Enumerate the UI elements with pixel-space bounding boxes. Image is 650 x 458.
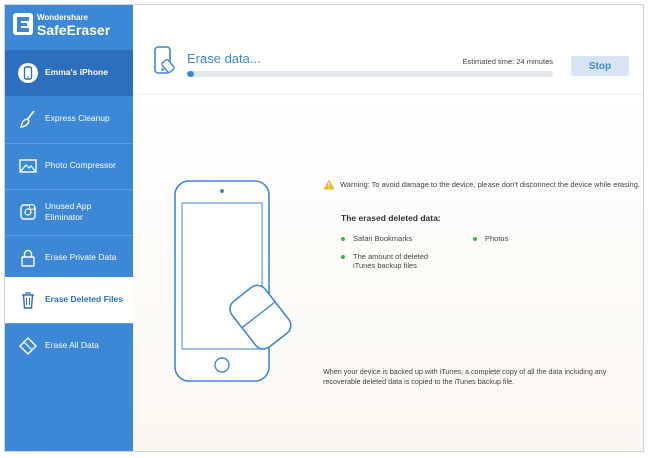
sidebar-item-label: Express Cleanup xyxy=(45,113,110,124)
erased-item: Photos xyxy=(473,234,508,243)
sidebar-item-label: Erase All Data xyxy=(45,340,99,351)
erase-progress-panel: Erase data... Estimated time: 24 minutes… xyxy=(133,5,643,95)
sidebar-item-unused-app-eliminator[interactable]: Unused App Eliminator xyxy=(5,189,133,235)
safeeraser-logo-icon xyxy=(13,13,33,35)
main-panel: Erase data... Estimated time: 24 minutes… xyxy=(133,5,643,451)
app-icon xyxy=(17,201,39,223)
brand-product: SafeEraser xyxy=(37,22,111,38)
erase-details-panel: Warning: To avoid damage to the device, … xyxy=(133,95,643,451)
estimated-time: Estimated time: 24 minutes xyxy=(462,57,553,66)
erased-item: The amount of deleted iTunes backup file… xyxy=(341,252,451,271)
app-window: Wondershare SafeEraser Emma's iPhone Exp… xyxy=(4,4,644,452)
eraser-icon xyxy=(17,335,39,357)
sidebar-item-label: Erase Deleted Files xyxy=(45,294,123,305)
itunes-backup-note: When your device is backed up with iTune… xyxy=(323,367,607,386)
sidebar-item-label: Photo Compressor xyxy=(45,160,116,171)
erased-data-title: The erased deleted data: xyxy=(341,213,441,223)
sidebar-item-erase-deleted-files[interactable]: Erase Deleted Files xyxy=(5,277,133,323)
sidebar-item-express-cleanup[interactable]: Express Cleanup xyxy=(5,96,133,142)
sidebar-item-label: Erase Private Data xyxy=(45,252,117,263)
broom-icon xyxy=(17,108,39,130)
erased-item: Safari Bookmarks xyxy=(341,234,412,243)
bullet-dot xyxy=(473,237,477,241)
erase-progress-fill xyxy=(187,71,195,77)
picture-icon xyxy=(17,155,39,177)
erase-progress-bar xyxy=(187,71,553,77)
erased-item-label: Safari Bookmarks xyxy=(353,234,413,243)
warning-message: Warning: To avoid damage to the device, … xyxy=(323,179,640,190)
sidebar-device-emmas-iphone[interactable]: Emma's iPhone xyxy=(5,50,133,96)
phone-eraser-illustration xyxy=(171,179,301,384)
sidebar: Wondershare SafeEraser Emma's iPhone Exp… xyxy=(5,5,133,451)
bullet-dot xyxy=(341,255,345,259)
warning-icon xyxy=(323,179,335,190)
trash-icon xyxy=(17,289,39,311)
sidebar-device-label: Emma's iPhone xyxy=(45,67,108,78)
sidebar-item-erase-private-data[interactable]: Erase Private Data xyxy=(5,235,133,281)
iphone-icon xyxy=(17,62,39,84)
brand-company: Wondershare xyxy=(37,13,88,22)
bullet-dot xyxy=(341,237,345,241)
lock-icon xyxy=(17,247,39,269)
erase-status-title: Erase data... xyxy=(187,51,261,66)
sidebar-item-photo-compressor[interactable]: Photo Compressor xyxy=(5,143,133,189)
sidebar-item-erase-all-data[interactable]: Erase All Data xyxy=(5,323,133,369)
phone-erase-icon xyxy=(153,45,177,77)
stop-button[interactable]: Stop xyxy=(571,56,629,76)
warning-text: Warning: To avoid damage to the device, … xyxy=(340,180,640,189)
erased-item-label: The amount of deleted iTunes backup file… xyxy=(353,252,429,271)
sidebar-item-label: Unused App Eliminator xyxy=(45,200,92,222)
erased-item-label: Photos xyxy=(485,234,509,243)
